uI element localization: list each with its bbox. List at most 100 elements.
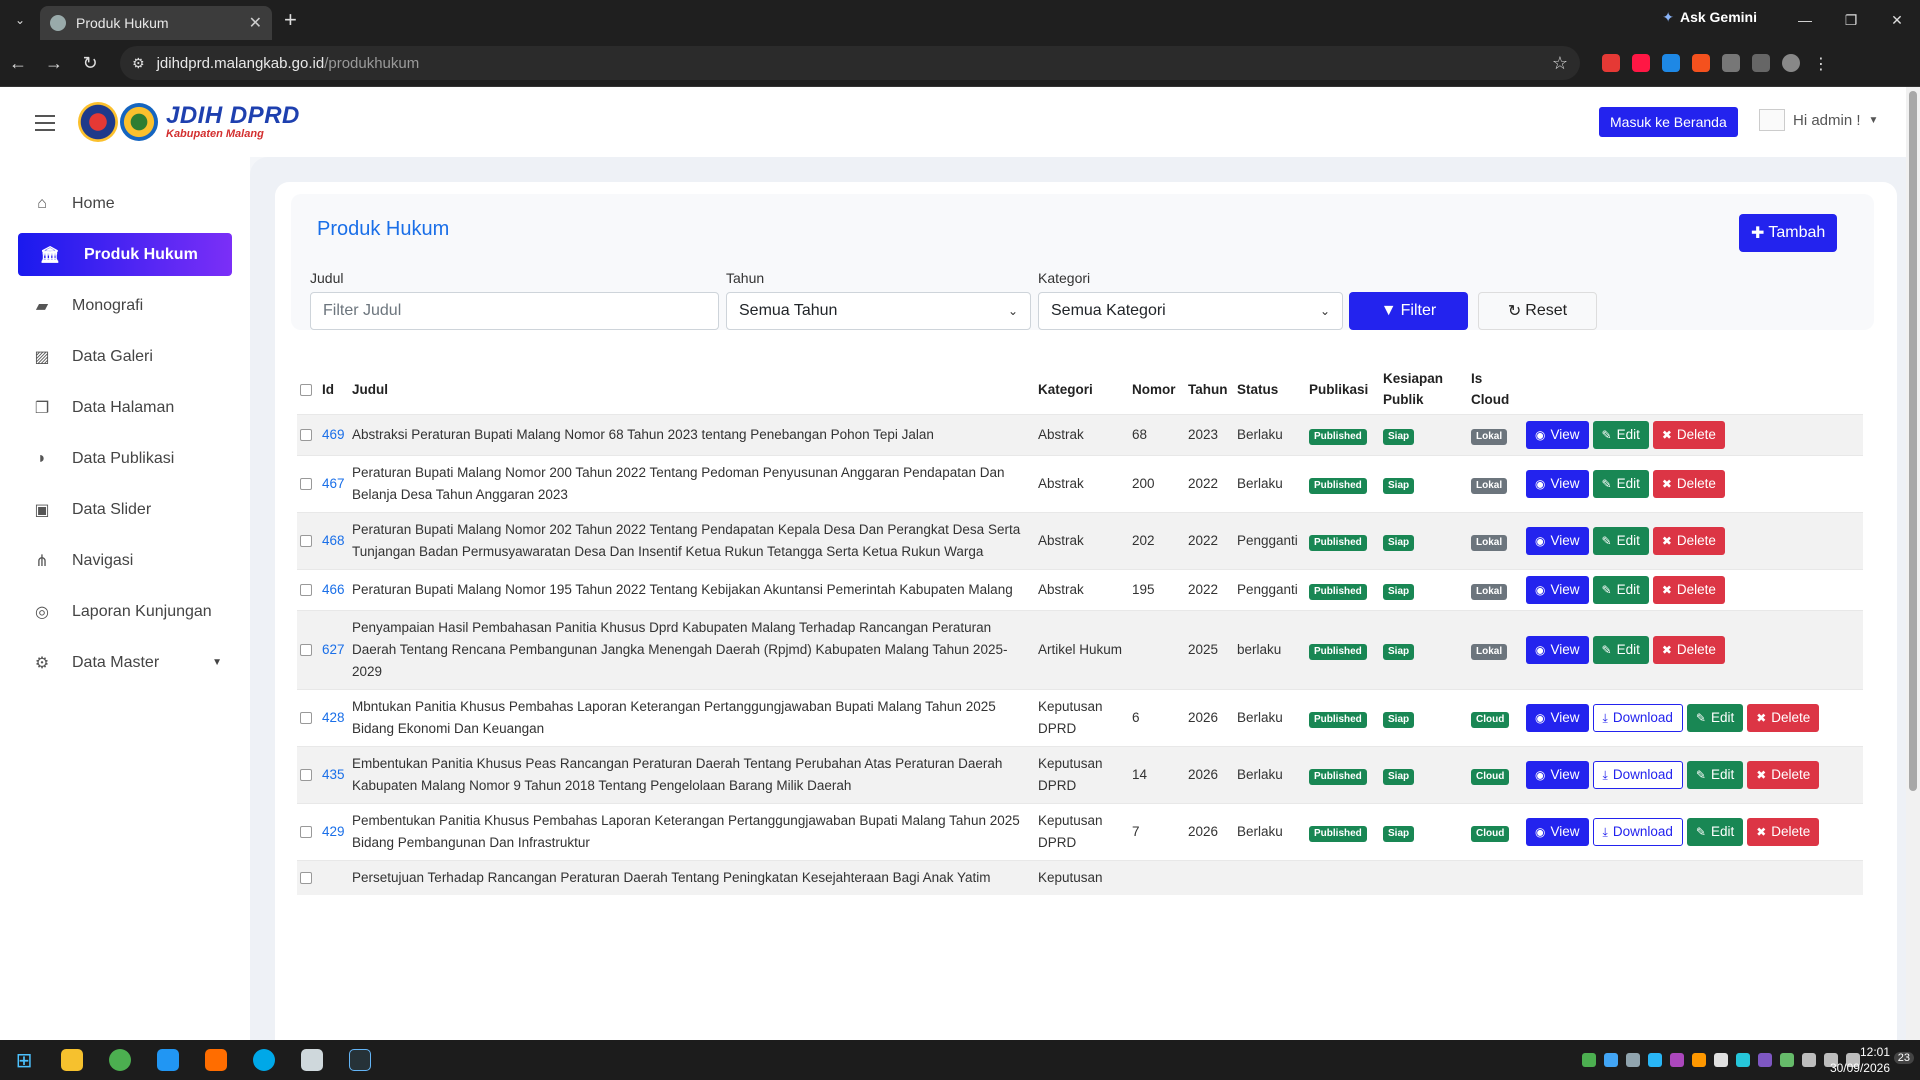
forward-button[interactable]: → xyxy=(36,53,72,74)
ask-gemini-button[interactable]: ✦ Ask Gemini xyxy=(1662,9,1757,26)
delete-button[interactable]: ✖ Delete xyxy=(1747,818,1820,846)
judul-filter-input[interactable] xyxy=(310,292,719,330)
app-icon[interactable] xyxy=(336,1040,384,1080)
tray-icon[interactable] xyxy=(1582,1053,1596,1067)
tab-search-button[interactable]: ⌄ xyxy=(0,0,40,40)
tray-icon[interactable] xyxy=(1736,1053,1750,1067)
row-checkbox[interactable] xyxy=(300,429,312,442)
site-info-icon[interactable]: ⚙ xyxy=(132,55,145,72)
view-button[interactable]: ◉ View xyxy=(1526,761,1589,789)
sidebar-item-navigasi[interactable]: ⋔ Navigasi xyxy=(18,539,232,582)
row-id-link[interactable]: 428 xyxy=(322,710,345,725)
sidebar-item-data-publikasi[interactable]: ◗ Data Publikasi xyxy=(18,437,232,480)
sidebar-item-data-slider[interactable]: ▣ Data Slider xyxy=(18,488,232,531)
view-button[interactable]: ◉ View xyxy=(1526,421,1589,449)
scrollbar-thumb[interactable] xyxy=(1909,91,1917,791)
view-button[interactable]: ◉ View xyxy=(1526,470,1589,498)
edge-icon[interactable] xyxy=(240,1040,288,1080)
extension-icon[interactable] xyxy=(1632,54,1650,72)
row-checkbox[interactable] xyxy=(300,535,312,548)
sidebar-item-monografi[interactable]: ▰ Monografi xyxy=(18,284,232,327)
file-explorer-icon[interactable] xyxy=(48,1040,96,1080)
row-id-link[interactable]: 435 xyxy=(322,767,345,782)
select-all-checkbox[interactable] xyxy=(300,383,312,396)
extension-icon[interactable] xyxy=(1602,54,1620,72)
tray-icon[interactable] xyxy=(1626,1053,1640,1067)
app-icon[interactable] xyxy=(288,1040,336,1080)
url-field[interactable]: ⚙ jdihdprd.malangkab.go.id/produkhukum ☆ xyxy=(120,46,1580,80)
view-button[interactable]: ◉ View xyxy=(1526,636,1589,664)
tray-icon[interactable] xyxy=(1648,1053,1662,1067)
extension-icon[interactable] xyxy=(1692,54,1710,72)
sidebar-item-data-halaman[interactable]: ❐ Data Halaman xyxy=(18,386,232,429)
close-window-button[interactable]: ✕ xyxy=(1874,0,1920,40)
sidebar-item-data-galeri[interactable]: ▨ Data Galeri xyxy=(18,335,232,378)
extensions-puzzle-icon[interactable] xyxy=(1722,54,1740,72)
notification-badge[interactable]: 23 xyxy=(1893,1052,1914,1064)
delete-button[interactable]: ✖ Delete xyxy=(1747,761,1820,789)
row-id-link[interactable]: 469 xyxy=(322,427,345,442)
view-button[interactable]: ◉ View xyxy=(1526,704,1589,732)
edit-button[interactable]: ✎ Edit xyxy=(1686,818,1744,846)
edit-button[interactable]: ✎ Edit xyxy=(1686,704,1744,732)
tray-icon[interactable] xyxy=(1758,1053,1772,1067)
user-menu[interactable]: Hi admin ! ▼ xyxy=(1759,109,1878,131)
extension-icon[interactable] xyxy=(1662,54,1680,72)
row-id-link[interactable]: 468 xyxy=(322,533,345,548)
back-button[interactable]: ← xyxy=(0,53,36,74)
edit-button[interactable]: ✎ Edit xyxy=(1592,421,1649,449)
row-checkbox[interactable] xyxy=(300,826,312,839)
tray-icon[interactable] xyxy=(1604,1053,1618,1067)
media-icon[interactable] xyxy=(1752,54,1770,72)
row-checkbox[interactable] xyxy=(300,712,312,725)
new-tab-button[interactable]: + xyxy=(284,7,297,33)
row-checkbox[interactable] xyxy=(300,769,312,782)
minimize-button[interactable]: — xyxy=(1782,0,1828,40)
tray-icon[interactable] xyxy=(1692,1053,1706,1067)
sidebar-item-data-master[interactable]: ⚙ Data Master ▼ xyxy=(18,641,232,684)
delete-button[interactable]: ✖ Delete xyxy=(1652,527,1725,555)
edit-button[interactable]: ✎ Edit xyxy=(1592,527,1649,555)
view-button[interactable]: ◉ View xyxy=(1526,527,1589,555)
download-button[interactable]: ⤓ Download xyxy=(1592,761,1683,789)
row-checkbox[interactable] xyxy=(300,478,312,491)
row-checkbox[interactable] xyxy=(300,584,312,597)
bookmark-star-icon[interactable]: ☆ xyxy=(1552,53,1568,74)
row-id-link[interactable]: 467 xyxy=(322,476,345,491)
delete-button[interactable]: ✖ Delete xyxy=(1652,576,1725,604)
restore-button[interactable]: ❐ xyxy=(1828,0,1874,40)
vscode-icon[interactable] xyxy=(144,1040,192,1080)
delete-button[interactable]: ✖ Delete xyxy=(1747,704,1820,732)
site-logo[interactable]: JDIH DPRD Kabupaten Malang xyxy=(78,102,300,142)
reset-button[interactable]: ↻ Reset xyxy=(1478,292,1597,330)
row-checkbox[interactable] xyxy=(300,644,312,657)
edit-button[interactable]: ✎ Edit xyxy=(1686,761,1744,789)
windows-start-icon[interactable]: ⊞ xyxy=(0,1040,48,1080)
view-button[interactable]: ◉ View xyxy=(1526,818,1589,846)
sidebar-item-home[interactable]: ⌂ Home xyxy=(18,182,232,225)
tray-icon[interactable] xyxy=(1714,1053,1728,1067)
tambah-button[interactable]: ✚ Tambah xyxy=(1739,214,1838,252)
tray-icon[interactable] xyxy=(1670,1053,1684,1067)
edit-button[interactable]: ✎ Edit xyxy=(1592,470,1649,498)
delete-button[interactable]: ✖ Delete xyxy=(1652,636,1725,664)
taskbar-clock[interactable]: 12:01 30/09/2026 xyxy=(1830,1044,1890,1076)
filter-button[interactable]: ▼ Filter xyxy=(1349,292,1468,330)
tahun-select[interactable]: Semua Tahun ⌄ xyxy=(726,292,1031,330)
kategori-select[interactable]: Semua Kategori ⌄ xyxy=(1038,292,1343,330)
sublime-icon[interactable] xyxy=(192,1040,240,1080)
view-button[interactable]: ◉ View xyxy=(1526,576,1589,604)
row-checkbox[interactable] xyxy=(300,872,312,885)
row-id-link[interactable]: 466 xyxy=(322,582,345,597)
tray-icon[interactable] xyxy=(1780,1053,1794,1067)
reload-button[interactable]: ↻ xyxy=(72,53,108,74)
tab-close-icon[interactable]: ✕ xyxy=(249,13,262,33)
download-button[interactable]: ⤓ Download xyxy=(1592,818,1683,846)
sidebar-item-produk-hukum[interactable]: 🏛 Produk Hukum xyxy=(18,233,232,276)
browser-menu-icon[interactable]: ⋮ xyxy=(1812,54,1830,73)
download-button[interactable]: ⤓ Download xyxy=(1592,704,1683,732)
row-id-link[interactable]: 627 xyxy=(322,642,345,657)
hamburger-menu-icon[interactable] xyxy=(35,115,55,136)
edit-button[interactable]: ✎ Edit xyxy=(1592,576,1649,604)
delete-button[interactable]: ✖ Delete xyxy=(1652,421,1725,449)
